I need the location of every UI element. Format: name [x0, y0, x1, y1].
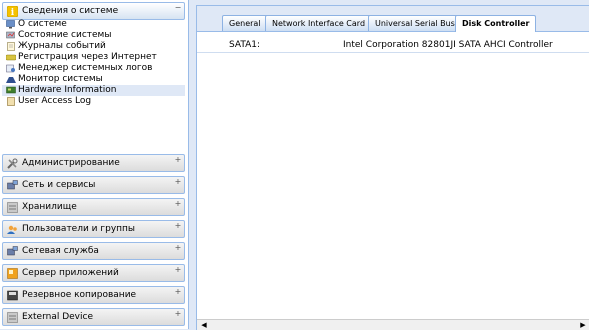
expand-icon[interactable]: +: [174, 178, 182, 186]
system-monitor-icon: [6, 77, 16, 83]
status-icon: [6, 31, 15, 39]
tools-icon: [7, 158, 18, 169]
tab-universal-serial-bus[interactable]: Universal Serial Bus: [368, 15, 462, 31]
monitor-icon: [6, 20, 15, 29]
section-header-external-device[interactable]: External Device +: [2, 308, 185, 326]
row-key: SATA1:: [229, 40, 261, 50]
expand-icon[interactable]: +: [174, 244, 182, 252]
expand-icon[interactable]: +: [174, 156, 182, 164]
section-header-network-service[interactable]: Сетевая служба +: [2, 242, 185, 260]
register-icon: [6, 54, 16, 61]
tree-item-hardware-information[interactable]: Hardware Information: [2, 85, 185, 96]
svg-text:i: i: [11, 8, 15, 17]
expand-icon[interactable]: +: [174, 200, 182, 208]
disk-controller-panel: SATA1: Intel Corporation 82801JI SATA AH…: [197, 32, 589, 330]
log-icon: [7, 42, 15, 51]
tab-strip: General Network Interface Card Universal…: [197, 6, 589, 32]
tree-item-event-logs[interactable]: Журналы событий: [2, 41, 185, 52]
expand-icon[interactable]: +: [174, 266, 182, 274]
section-header-storage[interactable]: Хранилище +: [2, 198, 185, 216]
horizontal-scrollbar[interactable]: ◀ ▶: [197, 319, 589, 330]
hardware-icon: [6, 86, 16, 94]
tree-item-system-monitor[interactable]: Монитор системы: [2, 74, 185, 85]
log-manager-icon: [6, 64, 15, 73]
network-icon: [7, 179, 18, 191]
tab-general[interactable]: General: [222, 15, 268, 31]
expand-icon[interactable]: +: [174, 288, 182, 296]
section-title: Сведения о системе: [22, 6, 119, 16]
tree-item-about[interactable]: О системе: [2, 19, 185, 30]
collapse-icon[interactable]: −: [174, 4, 182, 12]
tree-item-syslog-manager[interactable]: Менеджер системных логов: [2, 63, 185, 74]
user-log-icon: [7, 97, 15, 106]
tab-network-interface-card[interactable]: Network Interface Card: [265, 15, 373, 31]
section-header-app-server[interactable]: Сервер приложений +: [2, 264, 185, 282]
row-value: Intel Corporation 82801JI SATA AHCI Cont…: [343, 40, 553, 50]
info-icon: i: [7, 5, 18, 17]
tree-item-online-registration[interactable]: Регистрация через Интернет: [2, 52, 185, 63]
external-device-icon: [7, 311, 18, 323]
network-service-icon: [7, 245, 18, 257]
users-icon: [7, 224, 18, 235]
tree-item-user-access-log[interactable]: User Access Log: [2, 96, 185, 107]
sidebar: i Сведения о системе − О системе Состоян…: [0, 0, 189, 329]
tree-item-status[interactable]: Состояние системы: [2, 30, 185, 41]
section-header-network[interactable]: Сеть и сервисы +: [2, 176, 185, 194]
section-header-administration[interactable]: Администрирование +: [2, 154, 185, 172]
section-header-system-info[interactable]: i Сведения о системе −: [2, 2, 185, 20]
tab-disk-controller[interactable]: Disk Controller: [455, 15, 537, 32]
section-header-users-groups[interactable]: Пользователи и группы +: [2, 220, 185, 238]
section-header-backup[interactable]: Резервное копирование +: [2, 286, 185, 304]
expand-icon[interactable]: +: [174, 222, 182, 230]
app-server-icon: [7, 267, 18, 279]
main-panel: General Network Interface Card Universal…: [196, 5, 589, 330]
backup-icon: [7, 290, 18, 301]
system-info-tree: О системе Состояние системы Журналы собы…: [2, 19, 185, 107]
storage-icon: [7, 201, 18, 213]
expand-icon[interactable]: +: [174, 310, 182, 318]
table-row: SATA1: Intel Corporation 82801JI SATA AH…: [197, 38, 589, 53]
